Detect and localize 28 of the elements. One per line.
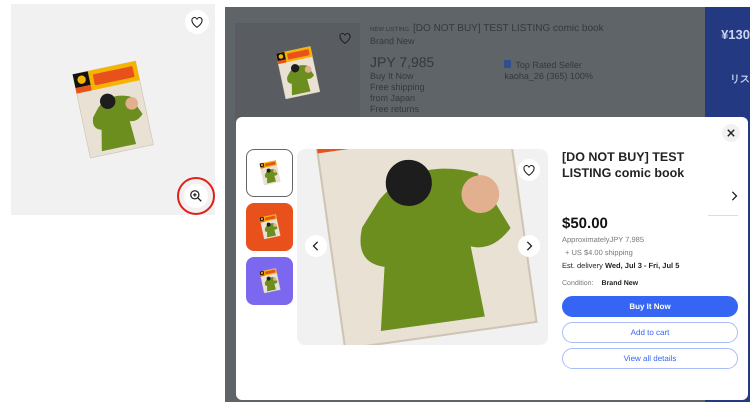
heart-icon <box>523 164 535 176</box>
favorite-button[interactable] <box>518 159 540 181</box>
item-price: $50.00 <box>562 215 609 232</box>
secondary-button[interactable]: Add to cart <box>562 322 738 343</box>
next-image-button[interactable] <box>518 235 540 257</box>
side-price: ¥130 <box>721 27 750 42</box>
comic-book-thumbnail-drawing <box>258 214 281 240</box>
item-title: [DO NOT BUY] TEST LISTING comic book <box>562 149 686 181</box>
comic-book-thumbnail-drawing <box>258 160 281 186</box>
heart-icon <box>191 16 203 28</box>
side-label: リス <box>730 73 750 86</box>
thumbnail[interactable] <box>246 149 293 197</box>
favorite-button[interactable] <box>185 10 209 34</box>
chevron-right-icon <box>525 241 533 251</box>
comic-book-thumbnail-drawing <box>258 268 281 294</box>
close-button[interactable] <box>722 124 740 142</box>
zoom-in-icon <box>189 189 203 203</box>
seller-badge-icon <box>504 60 512 68</box>
buy-now-button[interactable]: Buy It Now <box>562 296 738 317</box>
thumbnail[interactable] <box>246 203 293 251</box>
chevron-right-icon <box>730 191 738 201</box>
heart-icon <box>339 32 351 44</box>
thumbnail[interactable] <box>246 257 293 305</box>
close-icon <box>727 129 735 137</box>
secondary-button[interactable]: View all details <box>562 348 738 369</box>
zoom-button[interactable] <box>184 184 208 208</box>
chevron-left-icon <box>312 241 320 251</box>
previous-image-button[interactable] <box>305 235 327 257</box>
